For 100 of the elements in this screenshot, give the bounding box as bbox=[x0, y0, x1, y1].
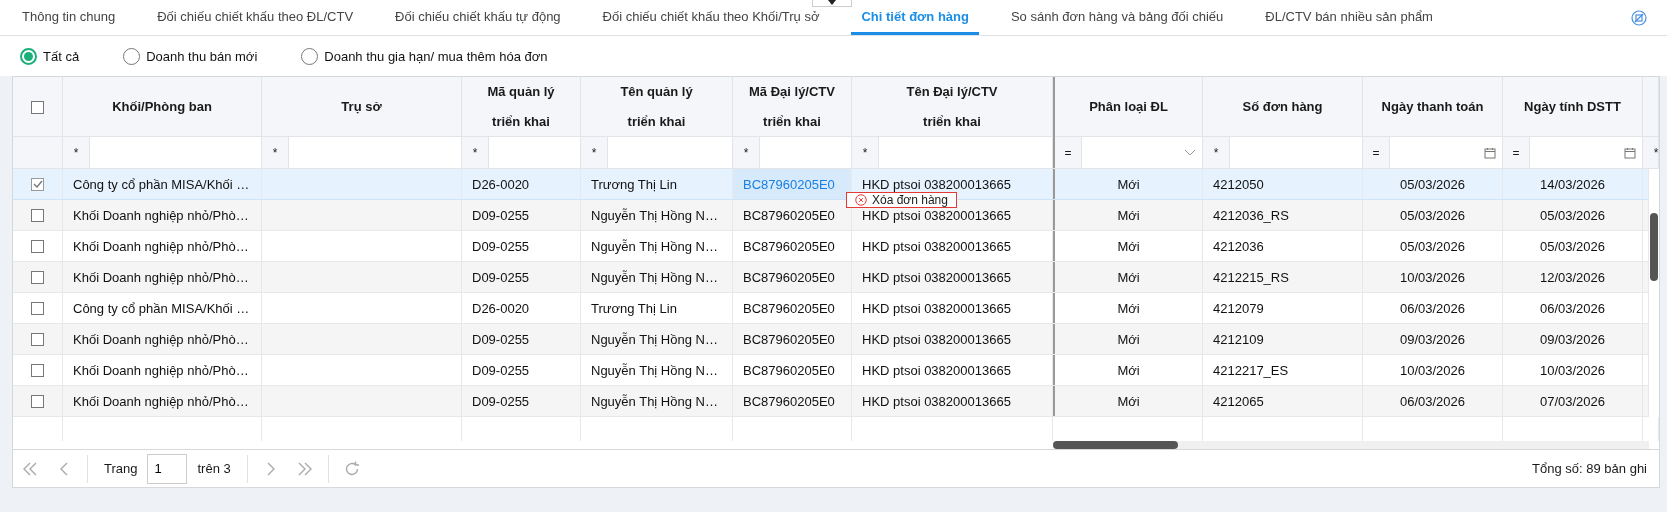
table-cell: 06/03/2026 bbox=[1363, 293, 1503, 323]
table-cell: D09-0255 bbox=[462, 200, 581, 230]
table-cell: HKD ptsoi 038200013665 bbox=[852, 231, 1053, 261]
filter-operator[interactable]: * bbox=[63, 145, 89, 160]
table-cell: Nguyễn Thị Hồng N… bbox=[581, 231, 733, 261]
table-cell: BC87960205E0 bbox=[733, 386, 852, 416]
table-cell: 10/03/2026 bbox=[1363, 355, 1503, 385]
filter-operator[interactable]: * bbox=[1203, 145, 1229, 160]
table-cell: HKD ptsoi 038200013665 bbox=[852, 293, 1053, 323]
filter-operator[interactable]: * bbox=[262, 145, 288, 160]
filter-field[interactable] bbox=[1389, 137, 1502, 168]
table-cell: Công ty cổ phần MISA/Khối … bbox=[63, 293, 262, 323]
table-cell: 4212050 bbox=[1203, 169, 1363, 199]
page-input[interactable]: 1 bbox=[147, 453, 188, 484]
table-cell: BC87960205E0 bbox=[733, 169, 852, 199]
tab[interactable]: Đối chiếu chiết khấu tự động bbox=[385, 0, 571, 35]
tab[interactable]: Đối chiếu chiết khấu theo ĐL/CTV bbox=[147, 0, 364, 35]
filter-radio[interactable]: Tất cả bbox=[20, 47, 80, 65]
table-cell: 4212109 bbox=[1203, 324, 1363, 354]
table-row[interactable]: Khối Doanh nghiệp nhỏ/Phò… D09-0255 Nguyễn Thị Hồng N… BC87960205E0 HKD ptsoi 038200013665 Mới 4212217_ES 10/03/2026 10/03/2026 bbox=[13, 355, 1649, 386]
horizontal-scrollbar[interactable] bbox=[1053, 441, 1649, 449]
filter-radio[interactable]: Doanh thu gia hạn/ mua thêm hóa đơn bbox=[301, 47, 548, 65]
table-cell: Khối Doanh nghiệp nhỏ/Phò… bbox=[63, 231, 262, 261]
total-records: Tổng số: 89 bản ghi bbox=[1532, 461, 1647, 476]
table-cell: Khối Doanh nghiệp nhỏ/Phò… bbox=[63, 324, 262, 354]
filter-field[interactable] bbox=[878, 137, 1052, 168]
filter-field[interactable] bbox=[759, 137, 851, 168]
row-checkbox[interactable] bbox=[31, 177, 44, 191]
table-row[interactable]: Khối Doanh nghiệp nhỏ/Phò… D09-0255 Nguyễn Thị Hồng N… BC87960205E0 HKD ptsoi 038200013665 Mới 4212036 05/03/2026 05/03/2026 bbox=[13, 231, 1649, 262]
hide-panel-icon[interactable] bbox=[1631, 10, 1647, 26]
table-cell: 05/03/2026 bbox=[1503, 200, 1643, 230]
row-checkbox[interactable] bbox=[31, 394, 44, 408]
table-row[interactable]: Khối Doanh nghiệp nhỏ/Phò… D09-0255 Nguyễn Thị Hồng N… BC87960205E0 HKD ptsoi 038200013665 Mới 4212215_RS 10/03/2026 12/03/2026 bbox=[13, 262, 1649, 293]
filter-operator[interactable]: * bbox=[462, 145, 488, 160]
row-checkbox[interactable] bbox=[31, 301, 44, 315]
table-cell: 05/03/2026 bbox=[1363, 200, 1503, 230]
table-cell: Nguyễn Thị Hồng N… bbox=[581, 324, 733, 354]
tab[interactable]: ĐL/CTV bán nhiều sản phẩm bbox=[1255, 0, 1443, 35]
table-cell: 4212215_RS bbox=[1203, 262, 1363, 292]
table-cell: Mới bbox=[1053, 386, 1203, 416]
page-count: trên 3 bbox=[197, 461, 231, 476]
table-row[interactable]: Công ty cổ phần MISA/Khối … D26-0020 Trương Thị Lin BC87960205E0 HKD ptsoi 038200013665 Mới 4212079 06/03/2026 06/03/2026 bbox=[13, 293, 1649, 324]
table-cell: Nguyễn Thị Hồng N… bbox=[581, 262, 733, 292]
filter-field[interactable] bbox=[1229, 137, 1362, 168]
row-checkbox[interactable] bbox=[31, 270, 44, 284]
filter-radio[interactable]: Doanh thu bán mới bbox=[123, 47, 258, 65]
table-cell: Khối Doanh nghiệp nhỏ/Phò… bbox=[63, 200, 262, 230]
table-cell: D09-0255 bbox=[462, 355, 581, 385]
filter-field[interactable] bbox=[288, 137, 461, 168]
table-cell: 4212065 bbox=[1203, 386, 1363, 416]
table-cell: 4212079 bbox=[1203, 293, 1363, 323]
table-cell: 10/03/2026 bbox=[1503, 355, 1643, 385]
tab[interactable]: Thông tin chung bbox=[12, 0, 126, 35]
row-checkbox[interactable] bbox=[31, 208, 44, 222]
table-cell: 07/03/2026 bbox=[1503, 386, 1643, 416]
table-cell: 12/03/2026 bbox=[1503, 262, 1643, 292]
table-row[interactable]: Khối Doanh nghiệp nhỏ/Phò… D09-0255 Nguyễn Thị Hồng N… BC87960205E0 HKD ptsoi 038200013665 Mới 4212109 09/03/2026 09/03/2026 bbox=[13, 324, 1649, 355]
table-cell: Khối Doanh nghiệp nhỏ/Phò… bbox=[63, 262, 262, 292]
filter-operator[interactable]: = bbox=[1503, 145, 1529, 160]
table-cell: 06/03/2026 bbox=[1363, 386, 1503, 416]
table-cell: 05/03/2026 bbox=[1503, 231, 1643, 261]
table-cell: 09/03/2026 bbox=[1503, 324, 1643, 354]
filter-field[interactable] bbox=[488, 137, 580, 168]
table-cell: D09-0255 bbox=[462, 324, 581, 354]
calendar-icon bbox=[1484, 146, 1496, 159]
select-all-checkbox[interactable] bbox=[31, 100, 44, 114]
filter-field[interactable] bbox=[1081, 137, 1202, 168]
table-row[interactable]: Khối Doanh nghiệp nhỏ/Phò… D09-0255 Nguyễn Thị Hồng N… BC87960205E0 HKD ptsoi 038200013665 Mới 4212065 06/03/2026 07/03/2026 bbox=[13, 386, 1649, 417]
collapse-handle[interactable] bbox=[812, 0, 852, 7]
table-cell: 05/03/2026 bbox=[1363, 169, 1503, 199]
row-checkbox[interactable] bbox=[31, 239, 44, 253]
table-cell: 14/03/2026 bbox=[1503, 169, 1643, 199]
filter-operator[interactable]: * bbox=[581, 145, 607, 160]
filter-operator[interactable]: = bbox=[1055, 145, 1081, 160]
table-cell: BC87960205E0 bbox=[733, 231, 852, 261]
table-cell: BC87960205E0 bbox=[733, 324, 852, 354]
table-cell: D09-0255 bbox=[462, 386, 581, 416]
table-cell: 4212217_ES bbox=[1203, 355, 1363, 385]
table-cell: 4212036 bbox=[1203, 231, 1363, 261]
table-cell: 05/03/2026 bbox=[1363, 231, 1503, 261]
table-cell: D26-0020 bbox=[462, 293, 581, 323]
filter-field[interactable] bbox=[1529, 137, 1642, 168]
row-checkbox[interactable] bbox=[31, 332, 44, 346]
table-cell: Nguyễn Thị Hồng N… bbox=[581, 386, 733, 416]
filter-field[interactable] bbox=[89, 137, 261, 168]
table-cell: D09-0255 bbox=[462, 262, 581, 292]
table-cell: Nguyễn Thị Hồng N… bbox=[581, 355, 733, 385]
calendar-icon bbox=[1624, 146, 1636, 159]
table-cell: HKD ptsoi 038200013665 bbox=[852, 324, 1053, 354]
tab[interactable]: So sánh đơn hàng và bảng đối chiếu bbox=[1000, 0, 1234, 35]
filter-operator[interactable]: * bbox=[1643, 145, 1667, 160]
table-cell: 10/03/2026 bbox=[1363, 262, 1503, 292]
filter-operator[interactable]: * bbox=[733, 145, 759, 160]
row-checkbox[interactable] bbox=[31, 363, 44, 377]
tab[interactable]: Đối chiếu chiết khấu theo Khối/Trụ sở bbox=[592, 0, 830, 35]
filter-field[interactable] bbox=[607, 137, 732, 168]
page-label: Trang bbox=[104, 461, 138, 476]
table-cell: HKD ptsoi 038200013665 bbox=[852, 386, 1053, 416]
filter-operator[interactable]: = bbox=[1363, 145, 1389, 160]
filter-operator[interactable]: * bbox=[852, 145, 878, 160]
